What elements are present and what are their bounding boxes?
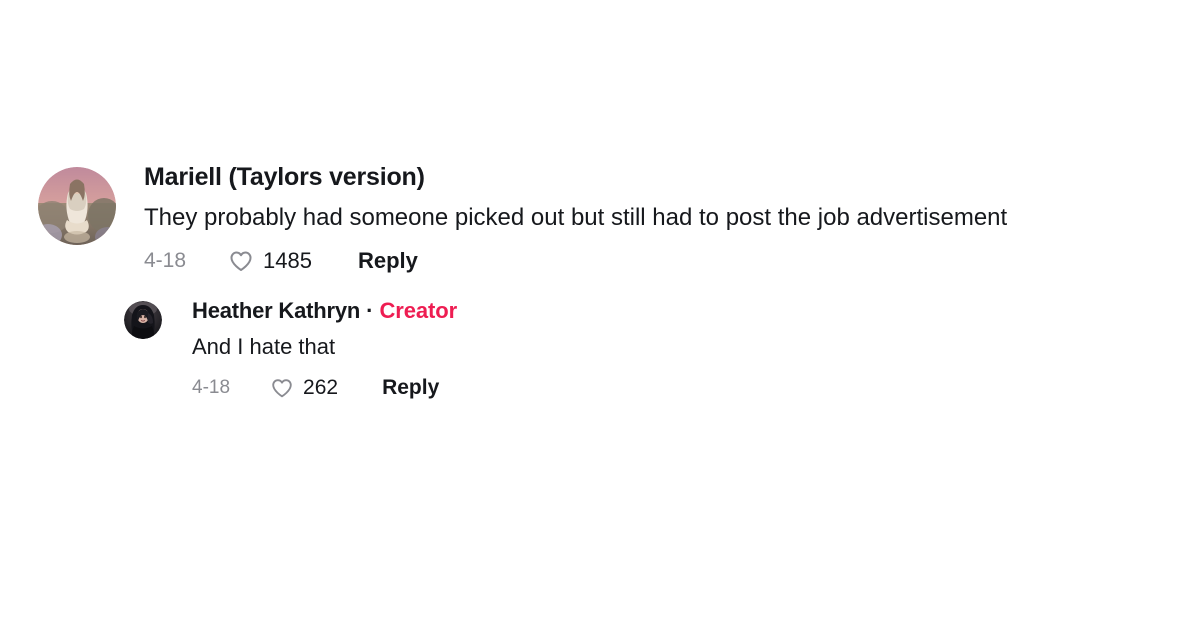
author-line: Mariell (Taylors version)	[144, 160, 1007, 194]
like-button[interactable]: 262	[270, 376, 338, 400]
comment-author-name[interactable]: Heather Kathryn	[192, 296, 360, 326]
comment-date: 4-18	[192, 377, 231, 398]
comment-meta-row: 4-18 1485 Reply	[144, 248, 1007, 274]
comment-author-name[interactable]: Mariell (Taylors version)	[144, 160, 425, 194]
avatar-mariell[interactable]	[38, 167, 116, 245]
author-line: Heather Kathryn · Creator	[192, 296, 457, 326]
like-button[interactable]: 1485	[228, 248, 312, 274]
comment-body: Heather Kathryn · Creator And I hate tha…	[192, 296, 457, 400]
reply-button[interactable]: Reply	[358, 248, 418, 274]
comment-item-root: Mariell (Taylors version) They probably …	[0, 160, 1200, 274]
comment-meta-row: 4-18 262 Reply	[192, 376, 457, 400]
author-separator-dot: ·	[366, 298, 374, 323]
comment-item-reply: Heather Kathryn · Creator And I hate tha…	[0, 296, 1200, 400]
heart-outline-icon[interactable]	[228, 248, 254, 274]
comment-text: And I hate that	[192, 334, 336, 359]
creator-badge: Creator	[379, 298, 458, 323]
reply-button[interactable]: Reply	[382, 376, 439, 400]
heart-outline-icon[interactable]	[270, 376, 294, 400]
comment-date: 4-18	[144, 249, 187, 272]
comment-thread: Mariell (Taylors version) They probably …	[0, 160, 1200, 400]
comment-body: Mariell (Taylors version) They probably …	[144, 160, 1007, 274]
like-count: 1485	[263, 248, 312, 273]
avatar-heather-kathryn[interactable]	[124, 301, 162, 339]
like-count: 262	[303, 376, 339, 399]
comment-text: They probably had someone picked out but…	[144, 204, 1008, 231]
